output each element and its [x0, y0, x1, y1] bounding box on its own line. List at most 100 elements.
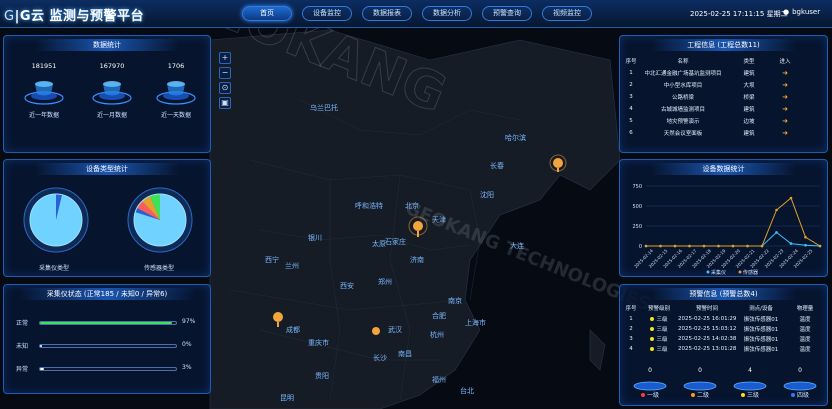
table-row[interactable]: 1 中北汇通金融广场基坑监测项目 建筑 ➜: [624, 67, 824, 79]
table-cell: 中小型水库项目: [663, 83, 703, 89]
nav-tab[interactable]: 首页: [242, 6, 292, 21]
table-cell: 2025-02-25 14:02:38: [678, 336, 736, 342]
data-point: [818, 244, 822, 248]
table-cell: 桥梁: [743, 95, 755, 101]
main-nav: 首页 设备监控 数据报表 数据分析 预警查询 视频监控: [242, 6, 592, 21]
cell-text: 3: [629, 336, 633, 342]
enter-arrow-icon[interactable]: ➜: [770, 81, 800, 89]
status-bar-fill: [40, 322, 172, 324]
level-label: 三级: [746, 392, 759, 399]
locate-icon[interactable]: ⊙: [219, 82, 231, 94]
series-line: [646, 197, 821, 247]
table-cell: 2: [622, 326, 640, 332]
nav-tab[interactable]: 视频监控: [542, 6, 592, 21]
enter-arrow-icon[interactable]: ➜: [770, 69, 800, 77]
city-label: 太原: [372, 239, 386, 248]
level-count: 0: [648, 367, 652, 374]
table-header: 序号 名称 类型 进入: [624, 54, 824, 67]
level-dot-icon: [650, 337, 655, 341]
level-dot-icon: [650, 327, 655, 331]
enter-arrow-icon[interactable]: ➜: [770, 93, 800, 101]
cell-text: 温度: [799, 327, 811, 333]
table-cell: 振弦传感器01: [736, 325, 786, 333]
user-menu[interactable]: ● bgkuser: [783, 8, 820, 16]
level-pedestal-icon: [783, 376, 817, 391]
table-cell: 2025-02-25 16:01:29: [678, 316, 736, 322]
table-row[interactable]: 4 三级 2025-02-25 13:01:28 振弦传感器01 温度: [622, 344, 827, 354]
collector-type-pie[interactable]: [23, 187, 89, 253]
level-pedestal-icon: [633, 376, 667, 391]
table-row[interactable]: 5 地灾预警演示 边坡 ➜: [624, 115, 824, 127]
zoom-out-icon[interactable]: −: [219, 67, 231, 79]
table-cell: 建筑: [743, 107, 755, 113]
status-bar: [39, 344, 177, 348]
save-map-icon[interactable]: ▣: [219, 97, 231, 109]
city-label: 济南: [410, 255, 424, 264]
nav-tab[interactable]: 数据报表: [362, 6, 412, 21]
sensor-type-label: 传感器类型: [144, 265, 175, 272]
table-row[interactable]: 1 三级 2025-02-25 16:01:29 振弦传感器01 温度: [622, 314, 827, 324]
alert-level-item[interactable]: 0 二级: [678, 367, 722, 399]
city-label: 贵阳: [315, 371, 329, 380]
level-count: 4: [748, 367, 752, 374]
data-point: [804, 235, 807, 239]
table-row[interactable]: 2 三级 2025-02-25 15:03:12 振弦传感器01 温度: [622, 324, 827, 334]
status-label: 异常: [16, 366, 29, 373]
zoom-in-icon[interactable]: +: [219, 52, 231, 64]
table-cell: 6: [629, 130, 633, 136]
nav-tab[interactable]: 设备监控: [302, 6, 352, 21]
table-row[interactable]: 3 公路桥梁 桥梁 ➜: [624, 91, 824, 103]
stat-pedestal-icon: [24, 76, 64, 106]
alert-info-panel: 预警信息 (预警总数4) 序号 预警级别 预警时间 测点/设备 物理量 1 三级 2025-0…: [619, 284, 828, 406]
stat-item: 1706 近一天数据: [154, 62, 198, 119]
table-header: 序号 预警级别 预警时间 测点/设备 物理量: [622, 301, 827, 314]
city-label: 哈尔滨: [505, 133, 526, 142]
cell-text: 三级: [656, 317, 668, 323]
stat-value: 167970: [99, 62, 125, 70]
column-header: 名称: [677, 58, 689, 65]
table-cell: 大坝: [743, 83, 755, 89]
cell-text: 振弦传感器01: [743, 317, 779, 323]
nav-tab[interactable]: 预警查询: [482, 6, 532, 21]
datetime: 2025-02-25 17:11:15 星期二: [690, 10, 788, 18]
city-label: 长沙: [373, 353, 387, 362]
table-cell: 3: [629, 94, 633, 100]
city-label: 杭州: [430, 330, 444, 339]
city-label: 西宁: [265, 255, 279, 264]
city-label: 福州: [432, 375, 446, 384]
table-cell: 2: [629, 82, 633, 88]
stat-value: 181951: [31, 62, 57, 70]
stat-value: 1706: [167, 62, 185, 70]
map-marker[interactable]: [372, 327, 380, 335]
table-row[interactable]: 4 古城城墙监测项目 建筑 ➜: [624, 103, 824, 115]
table-cell: 三级: [640, 315, 678, 323]
sensor-type-pie[interactable]: [127, 187, 193, 253]
table-row[interactable]: 6 天然会议室面板 建筑 ➜: [624, 127, 824, 139]
cell-text: 三级: [656, 337, 668, 343]
app-logo: G|G云 监测与预警平台: [4, 9, 145, 24]
alert-level-item[interactable]: 0 四级: [778, 367, 822, 399]
enter-arrow-icon[interactable]: ➜: [770, 105, 800, 113]
alert-level-item[interactable]: 0 一级: [628, 367, 672, 399]
table-cell: 温度: [786, 315, 824, 323]
panel-title: 设备类型统计: [34, 163, 180, 175]
table-row[interactable]: 3 三级 2025-02-25 14:02:38 振弦传感器01 温度: [622, 334, 827, 344]
table-cell: 4: [629, 106, 633, 112]
level-legend: 一级: [628, 390, 672, 399]
alert-level-item[interactable]: 4 三级: [728, 367, 772, 399]
nav-tab[interactable]: 数据分析: [422, 6, 472, 21]
legend-swatch: [706, 270, 710, 274]
project-info-panel: 工程信息 (工程总数11) 序号 名称 类型 进入 1 中北汇通金融广场基坑监测项目 建筑 ➜…: [619, 35, 828, 153]
enter-arrow-icon[interactable]: ➜: [770, 117, 800, 125]
table-row[interactable]: 2 中小型水库项目 大坝 ➜: [624, 79, 824, 91]
level-dot-icon: [740, 393, 745, 397]
device-data-chart: 02505007502025-02-142025-02-152025-02-16…: [632, 184, 822, 276]
device-type-panel: 设备类型统计 采集仪类型 传感器类型: [3, 159, 211, 277]
enter-arrow-icon[interactable]: ➜: [770, 129, 800, 137]
cell-text: 三级: [656, 347, 668, 353]
stat-label: 近一月数据: [96, 112, 127, 119]
y-tick-label: 500: [632, 204, 642, 210]
city-label: 合肥: [432, 311, 446, 320]
y-tick-label: 0: [639, 244, 642, 250]
city-label: 石家庄: [385, 237, 406, 246]
